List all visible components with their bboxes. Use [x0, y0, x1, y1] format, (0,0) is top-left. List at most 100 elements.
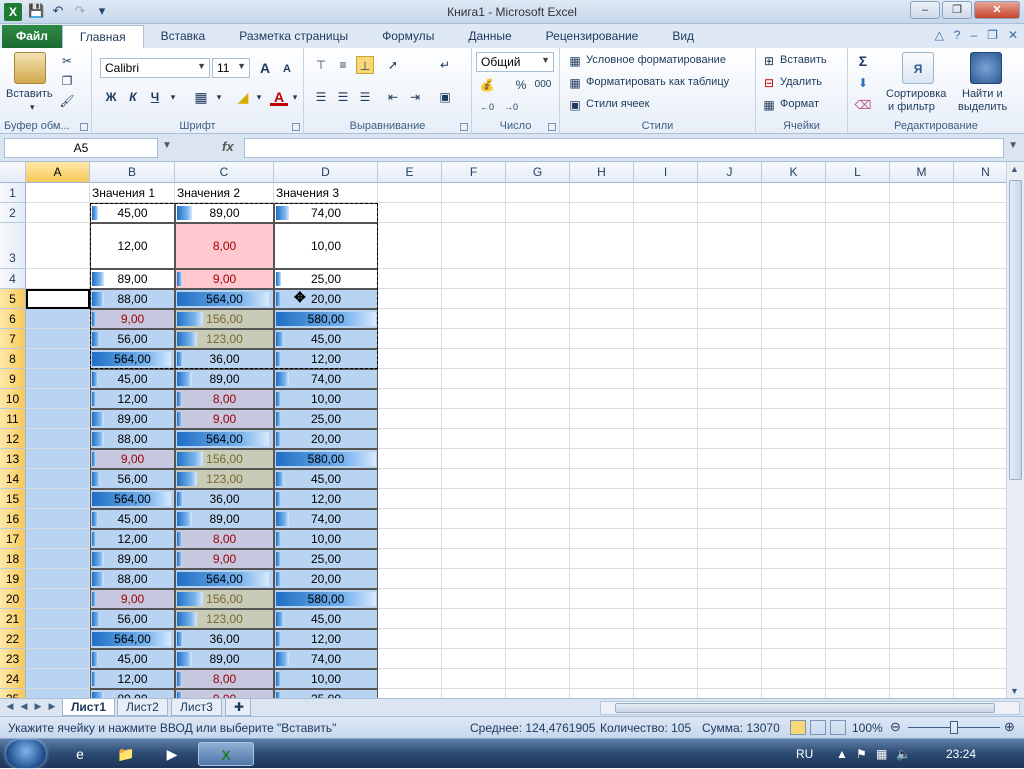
value-cell[interactable]: 156,00 — [175, 309, 274, 329]
cell-h24[interactable] — [570, 669, 634, 689]
cell-k24[interactable] — [762, 669, 826, 689]
value-cell[interactable]: 36,00 — [175, 489, 274, 509]
action-center-icon[interactable]: ⚑ — [856, 747, 867, 761]
value-cell[interactable]: 56,00 — [90, 469, 175, 489]
tab-review[interactable]: Рецензирование — [529, 25, 656, 48]
cell-i15[interactable] — [634, 489, 698, 509]
column-header-l[interactable]: L — [826, 162, 890, 183]
autosum-button[interactable]: Σ — [854, 52, 872, 70]
scroll-up-icon[interactable]: ▲ — [1010, 164, 1019, 174]
cell-g9[interactable] — [506, 369, 570, 389]
cell-h12[interactable] — [570, 429, 634, 449]
value-cell[interactable]: 74,00 — [274, 369, 378, 389]
row-header[interactable]: 19 — [0, 569, 26, 589]
cell-l2[interactable] — [826, 203, 890, 223]
underline-dropdown-icon[interactable]: ▾ — [164, 88, 182, 106]
cell-a5[interactable] — [26, 289, 90, 309]
value-cell[interactable]: 20,00 — [274, 429, 378, 449]
borders-icon[interactable]: ▦ — [192, 88, 210, 106]
cell-m3[interactable] — [890, 223, 954, 269]
tray-expand-icon[interactable]: ▲ — [836, 747, 848, 761]
value-cell[interactable]: 89,00 — [90, 549, 175, 569]
cell-a9[interactable] — [26, 369, 90, 389]
cell-f24[interactable] — [442, 669, 506, 689]
tab-formulas[interactable]: Формулы — [365, 25, 451, 48]
cell-f13[interactable] — [442, 449, 506, 469]
insert-function-button[interactable]: fx — [222, 139, 234, 154]
cell-i17[interactable] — [634, 529, 698, 549]
cell-j10[interactable] — [698, 389, 762, 409]
row-header[interactable]: 1 — [0, 183, 26, 203]
cell-n21[interactable] — [954, 609, 1006, 629]
cell-i19[interactable] — [634, 569, 698, 589]
last-sheet-icon[interactable]: ▶ — [46, 701, 58, 714]
header-cell-values-1[interactable]: Значения 1 — [90, 183, 175, 203]
insert-cells-icon[interactable]: ⊞ — [760, 52, 778, 70]
cell-styles-button[interactable]: Стили ячеек — [586, 98, 649, 110]
cell-l25[interactable] — [826, 689, 890, 698]
row-header[interactable]: 22 — [0, 629, 26, 649]
zoom-level[interactable]: 100% — [852, 721, 883, 735]
font-size-select[interactable]: 11 ▼ — [212, 58, 250, 78]
cell-e13[interactable] — [378, 449, 442, 469]
cell-m11[interactable] — [890, 409, 954, 429]
value-cell[interactable]: 12,00 — [90, 529, 175, 549]
cell-h21[interactable] — [570, 609, 634, 629]
value-cell[interactable]: 74,00 — [274, 509, 378, 529]
cell-j18[interactable] — [698, 549, 762, 569]
cell-g25[interactable] — [506, 689, 570, 698]
cell-h22[interactable] — [570, 629, 634, 649]
cell-e1[interactable] — [378, 183, 442, 203]
shrink-font-button[interactable]: A — [278, 60, 296, 78]
value-cell[interactable]: 8,00 — [175, 529, 274, 549]
value-cell[interactable]: 74,00 — [274, 649, 378, 669]
value-cell[interactable]: 89,00 — [175, 649, 274, 669]
cell-l22[interactable] — [826, 629, 890, 649]
sort-filter-button-line2[interactable]: и фильтр — [888, 101, 935, 113]
zoom-out-icon[interactable]: ⊖ — [890, 719, 901, 735]
cell-i14[interactable] — [634, 469, 698, 489]
cell-styles-icon[interactable]: ▣ — [566, 96, 584, 114]
column-header-g[interactable]: G — [506, 162, 570, 183]
cell-m8[interactable] — [890, 349, 954, 369]
cut-icon[interactable]: ✂ — [58, 52, 76, 70]
maximize-button[interactable]: ❐ — [942, 1, 972, 19]
cell-g12[interactable] — [506, 429, 570, 449]
cell-i10[interactable] — [634, 389, 698, 409]
increase-decimal-icon[interactable]: ←0 — [478, 98, 496, 116]
cell-a22[interactable] — [26, 629, 90, 649]
cell-e14[interactable] — [378, 469, 442, 489]
cell-i11[interactable] — [634, 409, 698, 429]
cell-h14[interactable] — [570, 469, 634, 489]
cell-h11[interactable] — [570, 409, 634, 429]
cell-m7[interactable] — [890, 329, 954, 349]
value-cell[interactable]: 12,00 — [274, 489, 378, 509]
value-cell[interactable]: 74,00 — [274, 203, 378, 223]
cell-a21[interactable] — [26, 609, 90, 629]
cell-a10[interactable] — [26, 389, 90, 409]
cell-j5[interactable] — [698, 289, 762, 309]
value-cell[interactable]: 89,00 — [175, 203, 274, 223]
cell-l20[interactable] — [826, 589, 890, 609]
cell-k12[interactable] — [762, 429, 826, 449]
cell-i22[interactable] — [634, 629, 698, 649]
cell-h18[interactable] — [570, 549, 634, 569]
column-header-n[interactable]: N — [954, 162, 1006, 183]
ribbon-minimize-icon[interactable]: △ — [935, 28, 944, 42]
help-icon[interactable]: ? — [954, 28, 961, 42]
cell-f18[interactable] — [442, 549, 506, 569]
value-cell[interactable]: 564,00 — [175, 569, 274, 589]
cell-j2[interactable] — [698, 203, 762, 223]
cell-i12[interactable] — [634, 429, 698, 449]
bold-button[interactable]: Ж — [102, 88, 120, 106]
cell-l8[interactable] — [826, 349, 890, 369]
doc-minimize-icon[interactable]: – — [970, 28, 977, 42]
value-cell[interactable]: 56,00 — [90, 329, 175, 349]
zoom-slider-thumb[interactable] — [950, 721, 958, 734]
cell-k23[interactable] — [762, 649, 826, 669]
cell-a6[interactable] — [26, 309, 90, 329]
cell-h4[interactable] — [570, 269, 634, 289]
cell-g8[interactable] — [506, 349, 570, 369]
format-cells-icon[interactable]: ▦ — [760, 96, 778, 114]
value-cell[interactable]: 580,00 — [274, 589, 378, 609]
